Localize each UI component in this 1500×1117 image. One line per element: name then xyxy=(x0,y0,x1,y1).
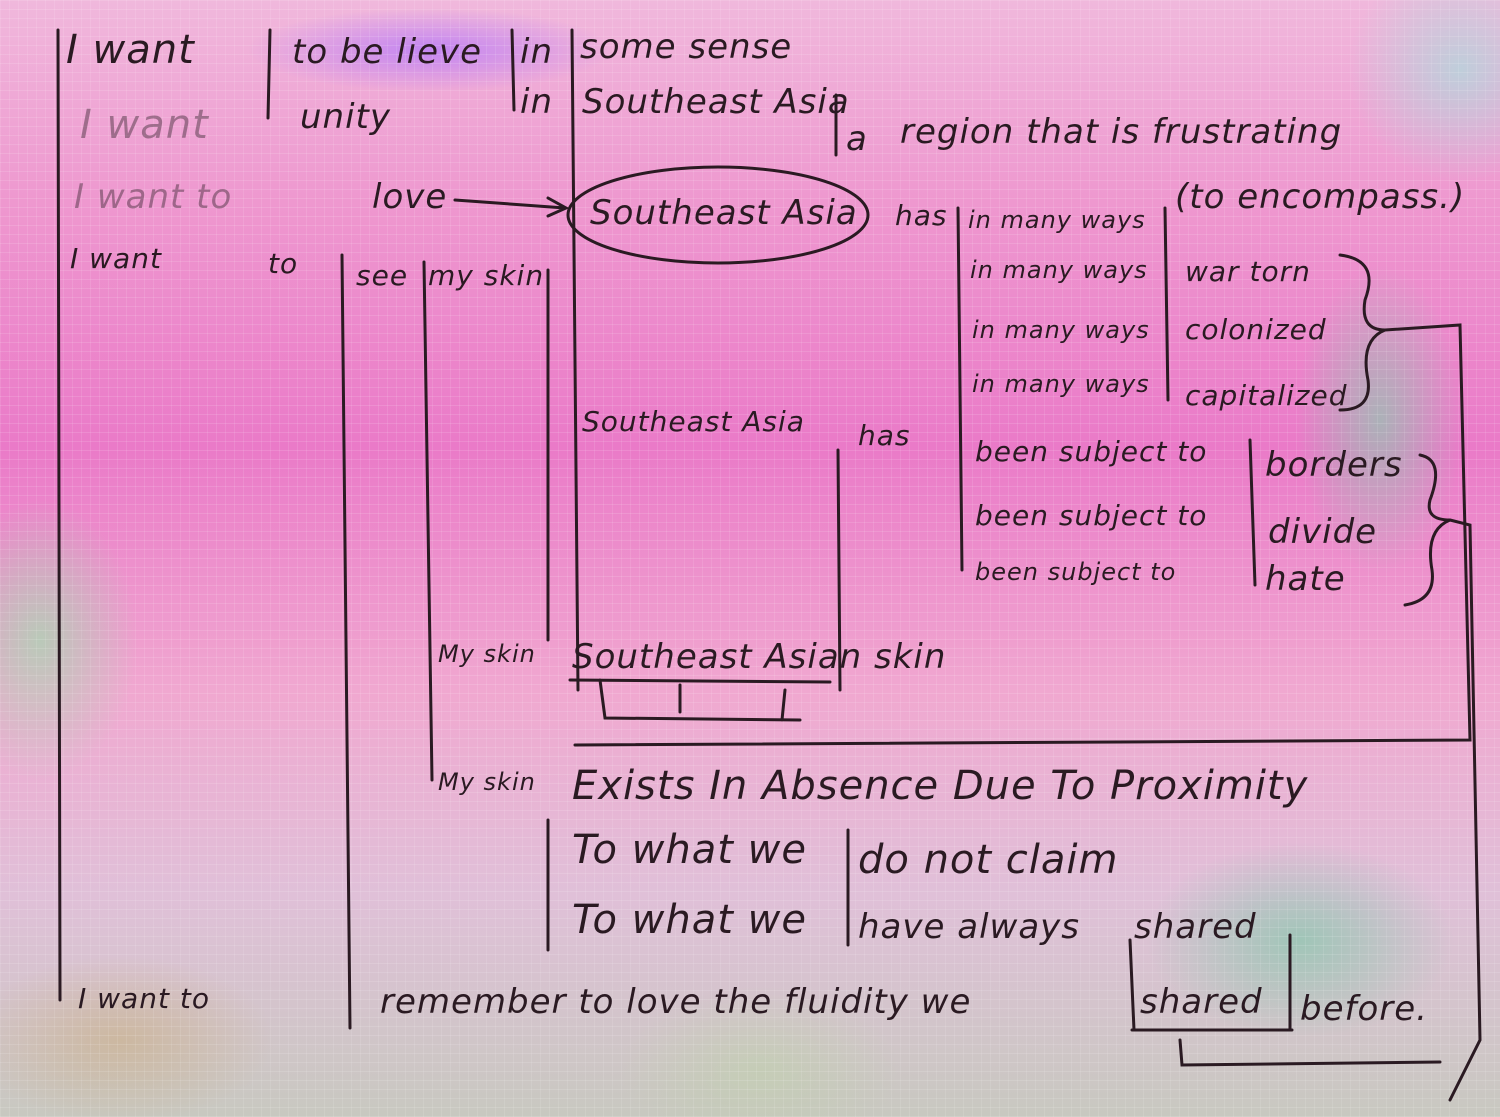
subject-3-value: hate xyxy=(1265,559,1346,599)
line4-see: see xyxy=(356,259,409,292)
connector-shared xyxy=(1178,1038,1442,1067)
ways-vertical-line-2 xyxy=(1163,206,1170,402)
ways-3-value: capitalized xyxy=(1185,379,1348,412)
skin2-my-skin: My skin xyxy=(438,768,536,796)
skin1-my-skin: My skin xyxy=(438,640,536,668)
ways-vertical-line xyxy=(956,206,964,572)
line3-southeast-asia: Southeast Asia xyxy=(590,193,858,233)
line2-southeast-asia: Southeast Asia xyxy=(582,82,850,122)
line3-encompass: (to encompass.) xyxy=(1175,177,1466,217)
myskin-vertical-line xyxy=(422,260,434,782)
line2-in: in xyxy=(520,82,553,122)
what2-to-what-we: To what we xyxy=(572,897,807,943)
arrow-love xyxy=(453,196,570,218)
ways-1: in many ways xyxy=(970,256,1148,284)
skin2-exists: Exists In Absence Due To Proximity xyxy=(572,763,1309,809)
ways-3: in many ways xyxy=(972,370,1150,398)
line1-in: in xyxy=(520,32,553,72)
line1-believe: to be lieve xyxy=(292,32,483,72)
line4-want: I want xyxy=(70,242,162,275)
shared-box-left xyxy=(1128,938,1136,1032)
skin1-southeast-asian-skin: Southeast Asian skin xyxy=(572,637,947,677)
what2-have-always: have always xyxy=(858,907,1080,947)
subject-1: been subject to xyxy=(975,435,1208,468)
what1-do-not-claim: do not claim xyxy=(858,837,1119,883)
divider-in xyxy=(510,28,516,112)
sea2-has: has xyxy=(858,419,911,452)
ways-2-value: colonized xyxy=(1185,313,1327,346)
whiteboard: I want to be lieve in some sense I want … xyxy=(0,0,1500,1117)
line2-region: region that is frustrating xyxy=(900,112,1343,152)
line3-love: love xyxy=(372,177,448,217)
last-before: before. xyxy=(1300,989,1428,1029)
left-vertical-line xyxy=(56,28,62,1002)
what2-shared: shared xyxy=(1134,907,1257,947)
line3-has: has xyxy=(895,199,948,232)
line1-some-sense: some sense xyxy=(580,27,793,67)
line1-want: I want xyxy=(66,27,195,73)
subject-3: been subject to xyxy=(975,558,1177,586)
last-shared: shared xyxy=(1140,982,1263,1022)
see-vertical-line xyxy=(340,253,352,1030)
line3-in-many-ways: in many ways xyxy=(968,206,1146,234)
connector-subject xyxy=(1448,518,1482,1102)
line2-want: I want xyxy=(80,102,209,148)
last-remember: remember to love the fluidity we xyxy=(380,982,972,1022)
sea2-southeast-asia: Southeast Asia xyxy=(582,405,805,438)
what1-to-what-we: To what we xyxy=(572,827,807,873)
line2-unity: unity xyxy=(300,97,391,137)
ways-1-value: war torn xyxy=(1185,255,1311,288)
brace-subject xyxy=(1403,453,1451,607)
line4-to: to xyxy=(268,247,299,280)
divider-want xyxy=(266,28,272,120)
subject-2-value: divide xyxy=(1268,512,1378,552)
sea-vertical-line xyxy=(570,28,580,692)
line4-my-skin: my skin xyxy=(428,259,545,292)
line3-want-to: I want to xyxy=(74,177,233,217)
line2-a: a xyxy=(846,119,868,159)
subject-2: been subject to xyxy=(975,499,1208,532)
skin-bracket xyxy=(568,678,832,722)
subject-vertical-line xyxy=(1248,438,1257,587)
ways-2: in many ways xyxy=(972,316,1150,344)
last-want-to: I want to xyxy=(78,982,210,1015)
subject-1-value: borders xyxy=(1265,445,1403,485)
